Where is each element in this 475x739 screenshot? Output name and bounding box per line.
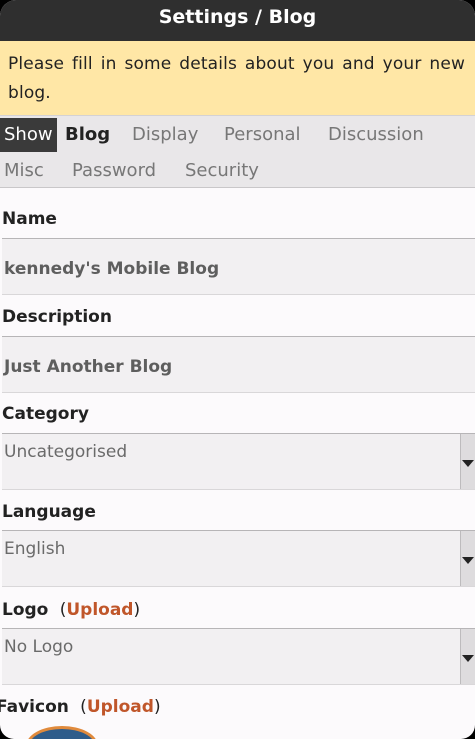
tab-personal[interactable]: Personal <box>224 118 301 152</box>
info-notice: Please fill in some details about you an… <box>0 41 475 115</box>
favicon-label-row: Favicon (Upload) <box>0 696 161 718</box>
page-title: Settings / Blog <box>0 0 475 41</box>
app-frame: Settings / Blog Please fill in some deta… <box>0 0 475 739</box>
tab-discussion[interactable]: Discussion <box>328 118 424 152</box>
description-label: Description <box>2 307 112 327</box>
settings-tabs: Show Blog Display Personal Discussion Mi… <box>0 115 475 188</box>
logo-label-row: Logo (Upload) <box>2 599 140 621</box>
tab-show[interactable]: Show <box>0 118 57 152</box>
tab-blog[interactable]: Blog <box>65 118 110 152</box>
language-value: English <box>4 539 66 559</box>
language-dropdown-button[interactable] <box>460 531 475 586</box>
description-value: Just Another Blog <box>4 357 173 377</box>
logo-upload-link[interactable]: Upload <box>66 600 133 620</box>
language-select[interactable]: English <box>2 530 475 587</box>
favicon-label: Favicon <box>0 697 69 717</box>
logo-label: Logo <box>2 600 49 620</box>
logo-select[interactable]: No Logo <box>2 628 475 685</box>
paren-close: ) <box>153 697 161 717</box>
logo-value: No Logo <box>4 637 74 657</box>
paren-close: ) <box>133 600 141 620</box>
chevron-down-icon <box>462 655 474 662</box>
tab-misc[interactable]: Misc <box>4 154 44 188</box>
tab-display[interactable]: Display <box>132 118 198 152</box>
chevron-down-icon <box>462 460 474 467</box>
logo-dropdown-button[interactable] <box>460 629 475 684</box>
name-label: Name <box>2 209 57 229</box>
language-label: Language <box>2 502 96 522</box>
favicon-image <box>26 726 98 739</box>
favicon-upload-link[interactable]: Upload <box>87 697 154 717</box>
category-dropdown-button[interactable] <box>460 434 475 489</box>
name-value: kennedy's Mobile Blog <box>4 259 220 279</box>
paren-open: ( <box>54 600 67 620</box>
name-field[interactable]: kennedy's Mobile Blog <box>2 238 475 295</box>
category-select[interactable]: Uncategorised <box>2 433 475 490</box>
tab-security[interactable]: Security <box>185 154 259 188</box>
chevron-down-icon <box>462 557 474 564</box>
tab-password[interactable]: Password <box>72 154 156 188</box>
paren-open: ( <box>74 697 87 717</box>
category-value: Uncategorised <box>4 442 128 462</box>
description-field[interactable]: Just Another Blog <box>2 336 475 393</box>
category-label: Category <box>2 404 89 424</box>
